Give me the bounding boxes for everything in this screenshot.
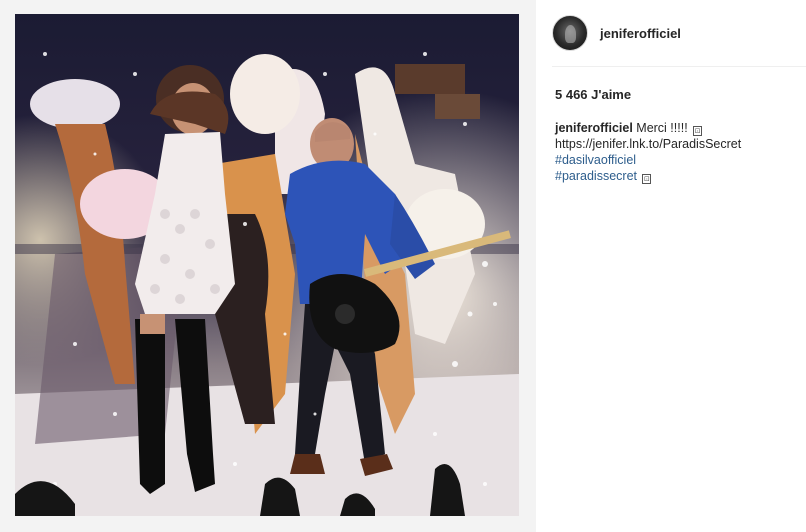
hashtag-dasilvaofficiel[interactable]: #dasilvaofficiel <box>555 152 795 168</box>
profile-avatar[interactable] <box>552 15 588 51</box>
post-photo[interactable] <box>15 14 519 516</box>
hashtag-paradissecret[interactable]: #paradissecret <box>555 169 637 183</box>
caption-author[interactable]: jeniferofficiel <box>555 121 633 135</box>
author-username[interactable]: jeniferofficiel <box>600 26 681 41</box>
post-side-panel: jeniferofficiel 5 466 J'aime jeniferoffi… <box>536 0 806 532</box>
caption-link[interactable]: https://jenifer.lnk.to/ParadisSecret <box>555 136 795 152</box>
post-caption: jeniferofficiel Merci !!!!! ⊡ https://je… <box>555 120 795 184</box>
header-divider <box>552 66 806 67</box>
instagram-post: jeniferofficiel 5 466 J'aime jeniferoffi… <box>0 0 806 532</box>
post-header: jeniferofficiel <box>552 13 806 53</box>
media-area <box>0 0 536 532</box>
caption-first-line: jeniferofficiel Merci !!!!! ⊡ <box>555 120 795 136</box>
emoji-glyph-icon: ⊡ <box>642 174 652 184</box>
stage-scene <box>15 14 519 516</box>
caption-last-line: #paradissecret ⊡ <box>555 168 795 184</box>
caption-text: Merci !!!!! <box>636 121 688 135</box>
likes-count[interactable]: 5 466 J'aime <box>555 87 631 102</box>
emoji-glyph-icon: ⊡ <box>693 126 703 136</box>
